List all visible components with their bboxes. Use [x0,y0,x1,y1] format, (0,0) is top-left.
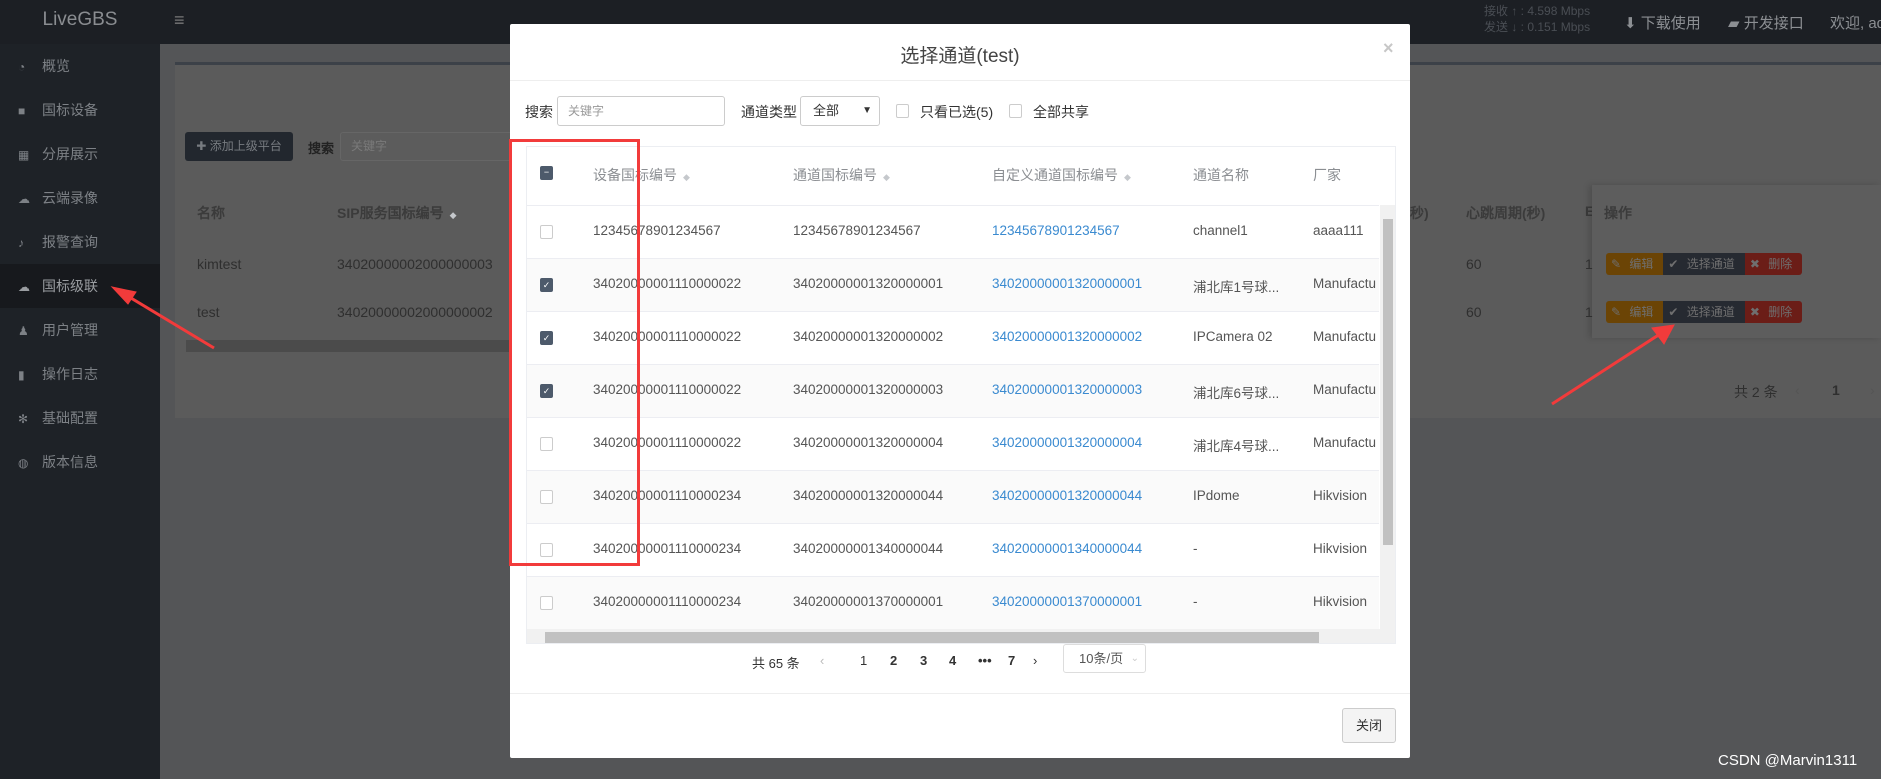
annotation-arrows [110,286,1675,406]
arrow-head [110,286,137,305]
watermark: CSDN @Marvin1311 [1718,752,1858,769]
annotation-arrow-left [125,293,215,350]
annotation-arrow-right [1551,332,1661,406]
arrow-head [1651,324,1675,345]
